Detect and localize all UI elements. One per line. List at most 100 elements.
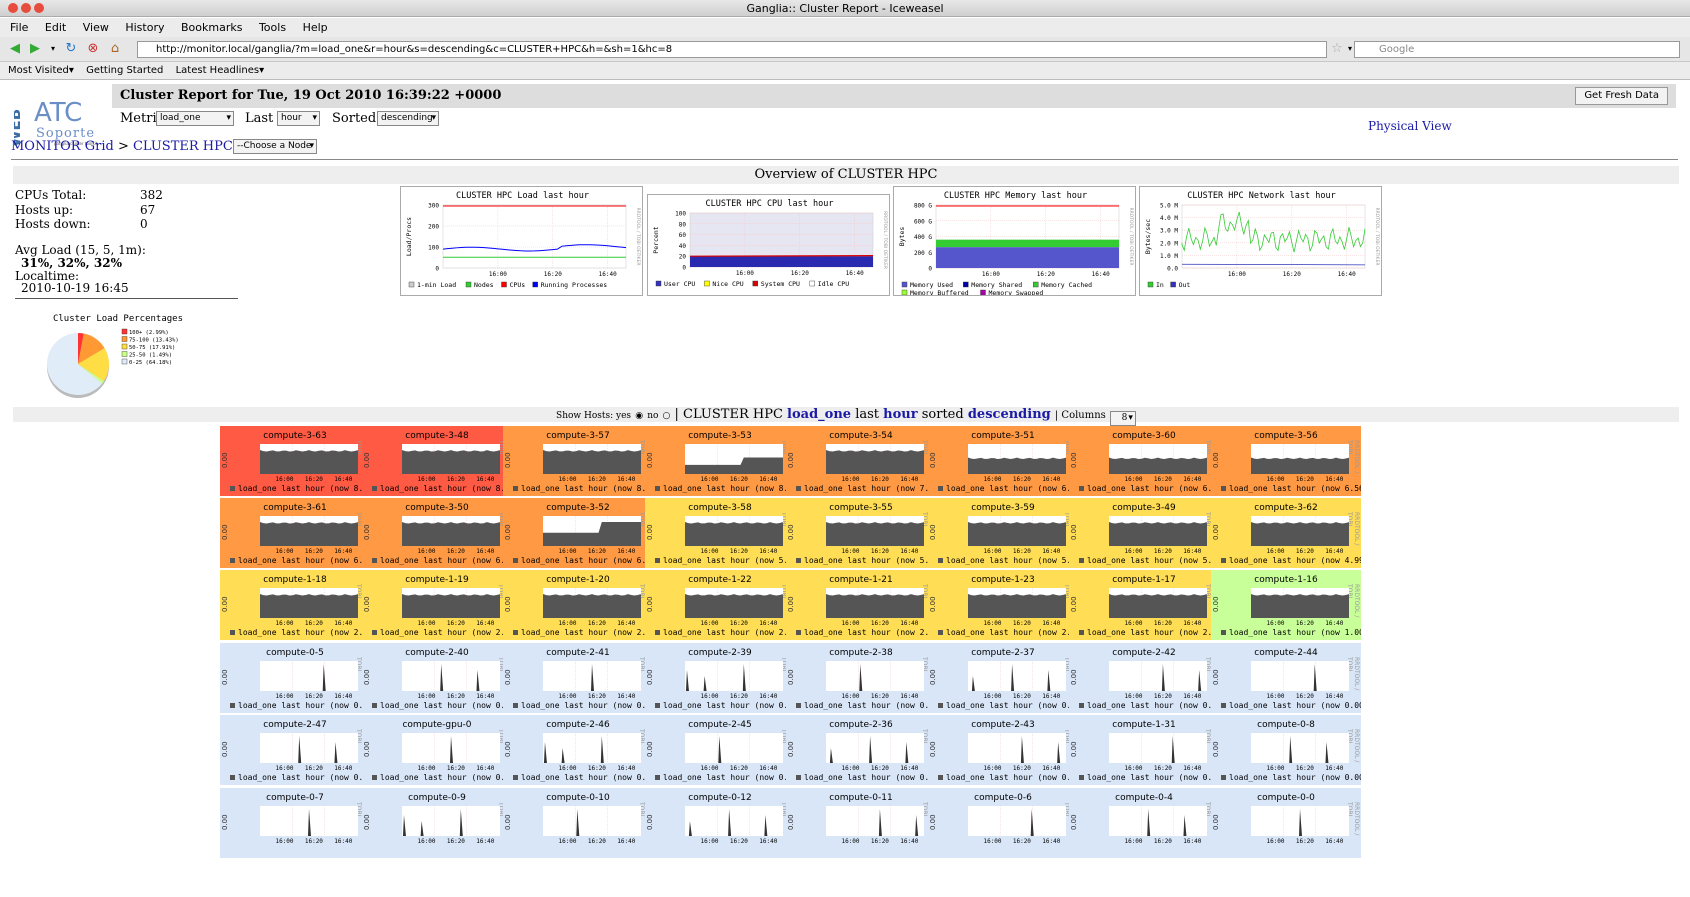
host-graph-compute-gpu-0[interactable]: compute-gpu-00.00RRDTOOL / TOBI16:0016:2… (362, 715, 512, 785)
bookmark-latest-headlines[interactable]: Latest Headlines▾ (176, 65, 265, 76)
host-graph-compute-1-22[interactable]: compute-1-220.00RRDTOOL / TOBI16:0016:20… (645, 570, 795, 640)
host-graph-compute-1-17[interactable]: compute-1-170.00RRDTOOL / TOBI16:0016:20… (1069, 570, 1219, 640)
menu-edit[interactable]: Edit (45, 21, 66, 34)
host-graph-compute-0-11[interactable]: compute-0-110.00RRDTOOL / TOBI16:0016:20… (786, 788, 936, 858)
host-graph-compute-0-7[interactable]: compute-0-70.00RRDTOOL / TOBI16:0016:201… (220, 788, 370, 858)
host-graph-compute-3-48[interactable]: compute-3-480.00RRDTOOL / TOBI16:0016:20… (362, 426, 512, 496)
plot-area (826, 661, 924, 691)
forward-icon[interactable]: ▶ (28, 42, 42, 56)
host-graph-compute-0-4[interactable]: compute-0-40.00RRDTOOL / TOBI16:0016:201… (1069, 788, 1219, 858)
svg-text:ATC: ATC (34, 98, 82, 128)
x-tick-label: 16:40 (1325, 548, 1343, 555)
host-graph-compute-1-19[interactable]: compute-1-190.00RRDTOOL / TOBI16:0016:20… (362, 570, 512, 640)
menu-history[interactable]: History (125, 21, 164, 34)
overview-graph-0[interactable]: CLUSTER HPC Load last hour 300 200 100 0 16:0… (400, 186, 643, 296)
host-graph-compute-2-45[interactable]: compute-2-450.00RRDTOOL / TOBI16:0016:20… (645, 715, 795, 785)
plot-area (968, 733, 1066, 763)
host-footer: load_one last hour (now 8.00 (655, 484, 795, 493)
host-graph-compute-0-9[interactable]: compute-0-90.00RRDTOOL / TOBI16:0016:201… (362, 788, 512, 858)
cluster-load-pie-chart[interactable]: Cluster Load Percentages 100+ (2.99%) 75-… (40, 309, 210, 401)
host-graph-compute-0-12[interactable]: compute-0-120.00RRDTOOL / TOBI16:0016:20… (645, 788, 795, 858)
url-bar[interactable]: http://monitor.local/ganglia/?m=load_one… (137, 41, 1327, 58)
overview-graph-1[interactable]: CLUSTER HPC CPU last hour 100 80 60 40 20 0 16:… (647, 194, 890, 296)
plot-area (260, 733, 358, 763)
choose-node-select[interactable]: --Choose a Node (233, 139, 317, 154)
menu-tools[interactable]: Tools (259, 21, 286, 34)
host-graph-compute-3-53[interactable]: compute-3-530.00RRDTOOL / TOBI16:0016:20… (645, 426, 795, 496)
show-hosts-yes-radio[interactable]: ◉ (635, 411, 643, 421)
x-tick-label: 16:00 (841, 765, 859, 772)
host-graph-compute-3-56[interactable]: compute-3-56 0.00 RRDTOOL / TOBI 16:00 16:20… (1211, 426, 1361, 496)
last-select[interactable]: hour (277, 111, 320, 126)
host-graph-compute-2-44[interactable]: compute-2-44 0.00 RRDTOOL / TOBI 16:00 16:20… (1211, 643, 1361, 713)
host-graph-compute-2-40[interactable]: compute-2-400.00RRDTOOL / TOBI16:0016:20… (362, 643, 512, 713)
host-graph-compute-0-6[interactable]: compute-0-60.00RRDTOOL / TOBI16:0016:201… (928, 788, 1078, 858)
host-graph-compute-3-63[interactable]: compute-3-630.00RRDTOOL / TOBI16:0016:20… (220, 426, 370, 496)
host-graph-compute-3-49[interactable]: compute-3-490.00RRDTOOL / TOBI16:0016:20… (1069, 498, 1219, 568)
history-dropdown-icon[interactable]: ▾ (46, 42, 60, 56)
overview-graph-3[interactable]: CLUSTER HPC Network last hour 5.0 M 4.0 M 3… (1139, 186, 1382, 296)
home-icon[interactable]: ⌂ (108, 42, 122, 56)
breadcrumb-cluster-link[interactable]: CLUSTER HPC (133, 139, 233, 154)
host-graph-compute-1-16[interactable]: compute-1-16 0.00 RRDTOOL / TOBI 16:00 16:20… (1211, 570, 1361, 640)
host-graph-compute-1-18[interactable]: compute-1-180.00RRDTOOL / TOBI16:0016:20… (220, 570, 370, 640)
host-graph-compute-2-42[interactable]: compute-2-420.00RRDTOOL / TOBI16:0016:20… (1069, 643, 1219, 713)
menu-bookmarks[interactable]: Bookmarks (181, 21, 242, 34)
host-graph-compute-2-43[interactable]: compute-2-430.00RRDTOOL / TOBI16:0016:20… (928, 715, 1078, 785)
host-graph-compute-2-36[interactable]: compute-2-360.00RRDTOOL / TOBI16:0016:20… (786, 715, 936, 785)
host-graph-compute-1-31[interactable]: compute-1-310.00RRDTOOL / TOBI16:0016:20… (1069, 715, 1219, 785)
host-graph-compute-2-47[interactable]: compute-2-470.00RRDTOOL / TOBI16:0016:20… (220, 715, 370, 785)
host-graph-compute-3-51[interactable]: compute-3-510.00RRDTOOL / TOBI16:0016:20… (928, 426, 1078, 496)
menu-view[interactable]: View (83, 21, 109, 34)
host-graph-compute-3-58[interactable]: compute-3-580.00RRDTOOL / TOBI16:0016:20… (645, 498, 795, 568)
menu-help[interactable]: Help (303, 21, 328, 34)
show-hosts-no-radio[interactable]: ○ (663, 411, 671, 421)
host-graph-compute-3-54[interactable]: compute-3-540.00RRDTOOL / TOBI16:0016:20… (786, 426, 936, 496)
close-window-button[interactable] (8, 3, 18, 13)
x-tick-label: 16:20 (1154, 838, 1172, 845)
columns-select[interactable]: 8 (1109, 411, 1136, 426)
host-graph-compute-1-23[interactable]: compute-1-230.00RRDTOOL / TOBI16:0016:20… (928, 570, 1078, 640)
hosts-up-label: Hosts up: (15, 203, 74, 217)
breadcrumb-grid-link[interactable]: MONITOR Grid (11, 139, 114, 154)
host-graph-compute-3-59[interactable]: compute-3-590.00RRDTOOL / TOBI16:0016:20… (928, 498, 1078, 568)
stop-icon[interactable]: ⊗ (86, 42, 100, 56)
host-graph-compute-3-61[interactable]: compute-3-610.00RRDTOOL / TOBI16:0016:20… (220, 498, 370, 568)
metric-select[interactable]: load_one (156, 111, 234, 126)
reload-icon[interactable]: ↻ (64, 42, 78, 56)
get-fresh-data-button[interactable]: Get Fresh Data (1575, 87, 1668, 105)
sorted-select[interactable]: descending (377, 111, 439, 126)
host-graph-compute-1-21[interactable]: compute-1-210.00RRDTOOL / TOBI16:0016:20… (786, 570, 936, 640)
host-graph-compute-0-8[interactable]: compute-0-8 0.00 RRDTOOL / TOBI 16:00 16:20 1… (1211, 715, 1361, 785)
search-input[interactable]: Google (1354, 41, 1680, 58)
host-footer-prefix: load_one last hour (now (946, 556, 1062, 565)
bookmark-star-icon[interactable]: ☆ (1330, 42, 1344, 56)
x-tick-label: 16:00 (275, 620, 293, 627)
x-tick-label: 16:20 (447, 838, 465, 845)
menu-file[interactable]: File (10, 21, 28, 34)
host-graph-compute-3-62[interactable]: compute-3-62 0.00 RRDTOOL / TOBI 16:00 16:20… (1211, 498, 1361, 568)
host-graph-compute-2-41[interactable]: compute-2-410.00RRDTOOL / TOBI16:0016:20… (503, 643, 653, 713)
host-graph-compute-3-60[interactable]: compute-3-600.00RRDTOOL / TOBI16:0016:20… (1069, 426, 1219, 496)
host-graph-compute-3-50[interactable]: compute-3-500.00RRDTOOL / TOBI16:0016:20… (362, 498, 512, 568)
bookmark-getting-started[interactable]: Getting Started (86, 65, 163, 76)
host-graph-compute-0-0[interactable]: compute-0-0 0.00 RRDTOOL / TOBI 16:00 16:20 1… (1211, 788, 1361, 858)
physical-view-link[interactable]: Physical View (1368, 119, 1452, 133)
host-graph-compute-1-20[interactable]: compute-1-200.00RRDTOOL / TOBI16:0016:20… (503, 570, 653, 640)
host-graph-compute-3-55[interactable]: compute-3-550.00RRDTOOL / TOBI16:0016:20… (786, 498, 936, 568)
host-graph-compute-2-39[interactable]: compute-2-390.00RRDTOOL / TOBI16:0016:20… (645, 643, 795, 713)
minimize-window-button[interactable] (21, 3, 31, 13)
host-graph-compute-0-10[interactable]: compute-0-100.00RRDTOOL / TOBI16:0016:20… (503, 788, 653, 858)
x-tick-label: 16:20 (1013, 765, 1031, 772)
host-graph-compute-3-52[interactable]: compute-3-520.00RRDTOOL / TOBI16:0016:20… (503, 498, 653, 568)
host-graph-compute-0-5[interactable]: compute-0-50.00RRDTOOL / TOBI16:0016:201… (220, 643, 370, 713)
bookmark-most-visited[interactable]: Most Visited▾ (8, 65, 74, 76)
back-icon[interactable]: ◀ (8, 42, 22, 56)
host-graph-compute-2-46[interactable]: compute-2-460.00RRDTOOL / TOBI16:0016:20… (503, 715, 653, 785)
overview-graph-2[interactable]: CLUSTER HPC Memory last hour 800 G 600 G 40… (893, 186, 1136, 296)
host-footer-prefix: load_one last hour (now (804, 773, 920, 782)
host-graph-compute-3-57[interactable]: compute-3-570.00RRDTOOL / TOBI16:0016:20… (503, 426, 653, 496)
maximize-window-button[interactable] (34, 3, 44, 13)
host-graph-compute-2-38[interactable]: compute-2-380.00RRDTOOL / TOBI16:0016:20… (786, 643, 936, 713)
host-graph-compute-2-37[interactable]: compute-2-370.00RRDTOOL / TOBI16:0016:20… (928, 643, 1078, 713)
